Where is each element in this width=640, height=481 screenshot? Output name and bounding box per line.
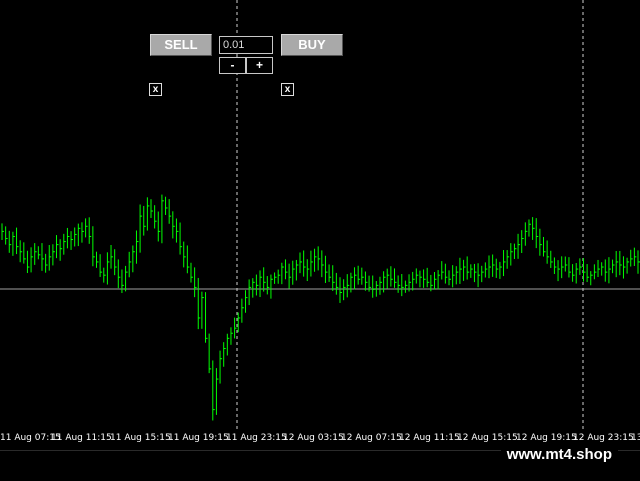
lot-increase-button[interactable]: + [246, 57, 273, 74]
time-axis-tick-label: 12 Aug 03:15 [283, 433, 344, 443]
watermark-logo: www.mt4.shop [500, 444, 618, 465]
time-axis-tick-label: 11 Aug 19:15 [168, 433, 229, 443]
time-axis-tick-label: 12 Aug 23:15 [573, 433, 634, 443]
close-buy-checkbox[interactable]: x [281, 83, 294, 96]
time-axis-tick-label: 12 Aug 19:15 [516, 433, 577, 443]
lot-size-input[interactable] [219, 36, 273, 54]
price-chart-svg [0, 0, 640, 430]
time-axis-tick-label: 11 Aug 15:15 [110, 433, 171, 443]
time-axis-tick-label: 11 Aug 11:15 [51, 433, 112, 443]
time-axis-tick-label: 12 Aug 15:15 [457, 433, 518, 443]
time-axis-tick-label: 12 Aug 11:15 [399, 433, 460, 443]
time-axis-tick-label: 12 Aug 07:15 [341, 433, 402, 443]
lot-decrease-button[interactable]: - [219, 57, 246, 74]
price-chart[interactable] [0, 0, 640, 430]
time-axis-tick-label: 13 [631, 433, 640, 443]
sell-button[interactable]: SELL [150, 34, 212, 56]
buy-button[interactable]: BUY [281, 34, 343, 56]
close-sell-checkbox[interactable]: x [149, 83, 162, 96]
time-axis-tick-label: 11 Aug 23:15 [226, 433, 287, 443]
